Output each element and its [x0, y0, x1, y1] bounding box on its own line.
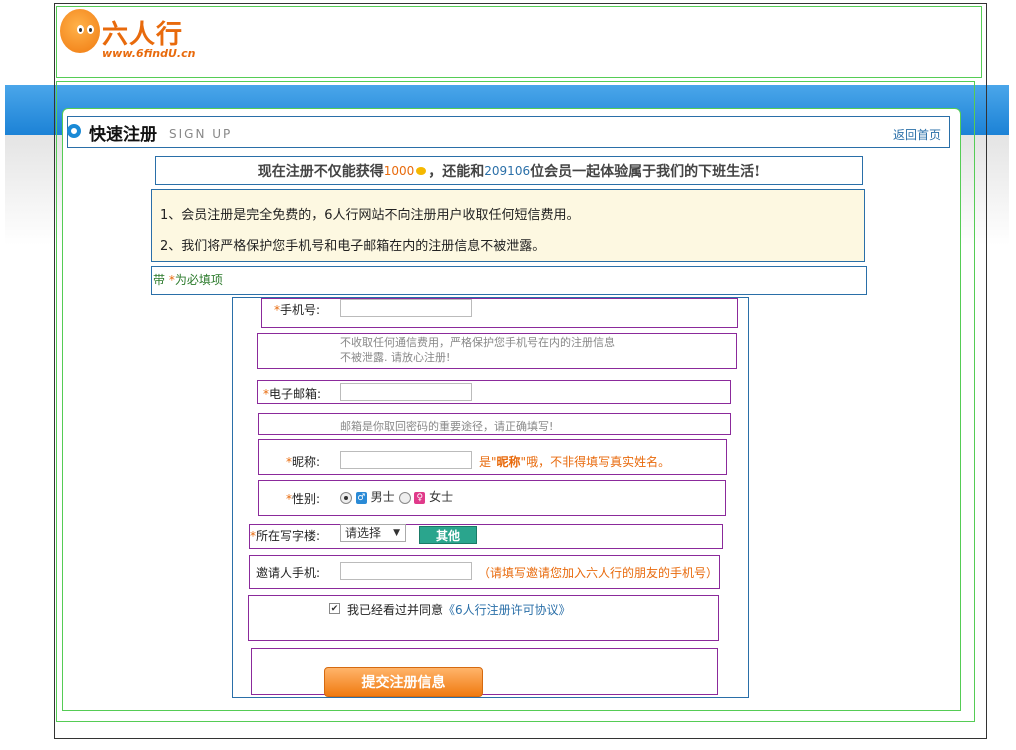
email-label: *电子邮箱:	[263, 387, 322, 401]
email-input[interactable]	[340, 383, 472, 401]
email-row	[257, 380, 731, 404]
notice-box: 1、会员注册是完全免费的，6人行网站不向注册用户收取任何短信费用。 2、我们将严…	[151, 189, 865, 262]
nickname-input[interactable]	[340, 451, 472, 469]
chevron-down-icon: ▼	[393, 528, 400, 538]
nickname-label: *昵称:	[286, 455, 321, 469]
logo-mascot-icon	[60, 9, 100, 53]
logo-eye-icon	[87, 25, 94, 34]
phone-row	[261, 298, 738, 328]
gender-label: *性别:	[286, 492, 321, 506]
agreement-checkbox[interactable]: ✔	[329, 603, 340, 614]
agreement-text: 我已经看过并同意《6人行注册许可协议》	[347, 603, 571, 617]
agreement-link[interactable]: 《6人行注册许可协议》	[443, 603, 571, 617]
promo-banner: 现在注册不仅能获得 1000 ，还能和 209106 位会员一起体验属于我们的下…	[155, 156, 863, 185]
notice-line: 1、会员注册是完全免费的，6人行网站不向注册用户收取任何短信费用。	[160, 208, 580, 223]
header-frame	[56, 6, 982, 78]
submit-button[interactable]: 提交注册信息	[324, 667, 483, 697]
male-label: 男士	[370, 490, 395, 504]
inviter-input[interactable]	[340, 562, 472, 580]
logo-url: www.6findU.cn	[102, 47, 196, 60]
logo-eye-icon	[77, 25, 84, 34]
inviter-hint: （请填写邀请您加入六人行的朋友的手机号）	[478, 566, 719, 580]
promo-text: 位会员一起体验属于我们的下班生活!	[530, 163, 761, 180]
male-radio[interactable]	[340, 491, 352, 504]
required-note: 带 *为必填项	[151, 266, 867, 295]
gender-options: ♂ 男士 ♀ 女士	[340, 488, 453, 505]
inviter-label: 邀请人手机:	[256, 566, 321, 580]
section-bullet-icon	[67, 124, 81, 138]
required-note-suffix: 为必填项	[174, 273, 223, 287]
page-subtitle: SIGN UP	[169, 127, 233, 141]
building-row	[249, 524, 723, 549]
female-radio[interactable]	[398, 491, 411, 504]
female-icon: ♀	[414, 491, 426, 504]
submit-row	[251, 648, 718, 695]
coin-icon	[416, 166, 427, 175]
promo-text: ，还能和	[428, 163, 485, 180]
phone-input[interactable]	[340, 299, 472, 317]
home-link[interactable]: 返回首页	[893, 126, 941, 143]
phone-label: *手机号:	[274, 303, 321, 317]
gender-row	[258, 480, 726, 516]
phone-hint: 不收取任何通信费用，严格保护您手机号在内的注册信息 不被泄露. 请放心注册!	[340, 336, 615, 364]
page-title: 快速注册	[89, 125, 157, 145]
email-hint: 邮箱是你取回密码的重要途径，请正确填写!	[340, 420, 554, 433]
promo-points: 1000	[383, 163, 415, 178]
other-building-button[interactable]: 其他	[419, 526, 477, 544]
promo-member-count: 209106	[484, 163, 531, 178]
required-note-prefix: 带	[153, 273, 169, 287]
nickname-hint: 是"昵称"哦，不非得填写真实姓名。	[479, 455, 671, 469]
promo-text: 现在注册不仅能获得	[257, 163, 384, 180]
female-label: 女士	[429, 490, 454, 504]
male-icon: ♂	[355, 491, 367, 504]
notice-line: 2、我们将严格保护您手机号和电子邮箱在内的注册信息不被泄露。	[160, 239, 546, 254]
building-label: *所在写字楼:	[250, 529, 321, 543]
building-select[interactable]: 请选择 ▼	[340, 524, 406, 542]
logo-text: 六人行	[102, 20, 184, 50]
